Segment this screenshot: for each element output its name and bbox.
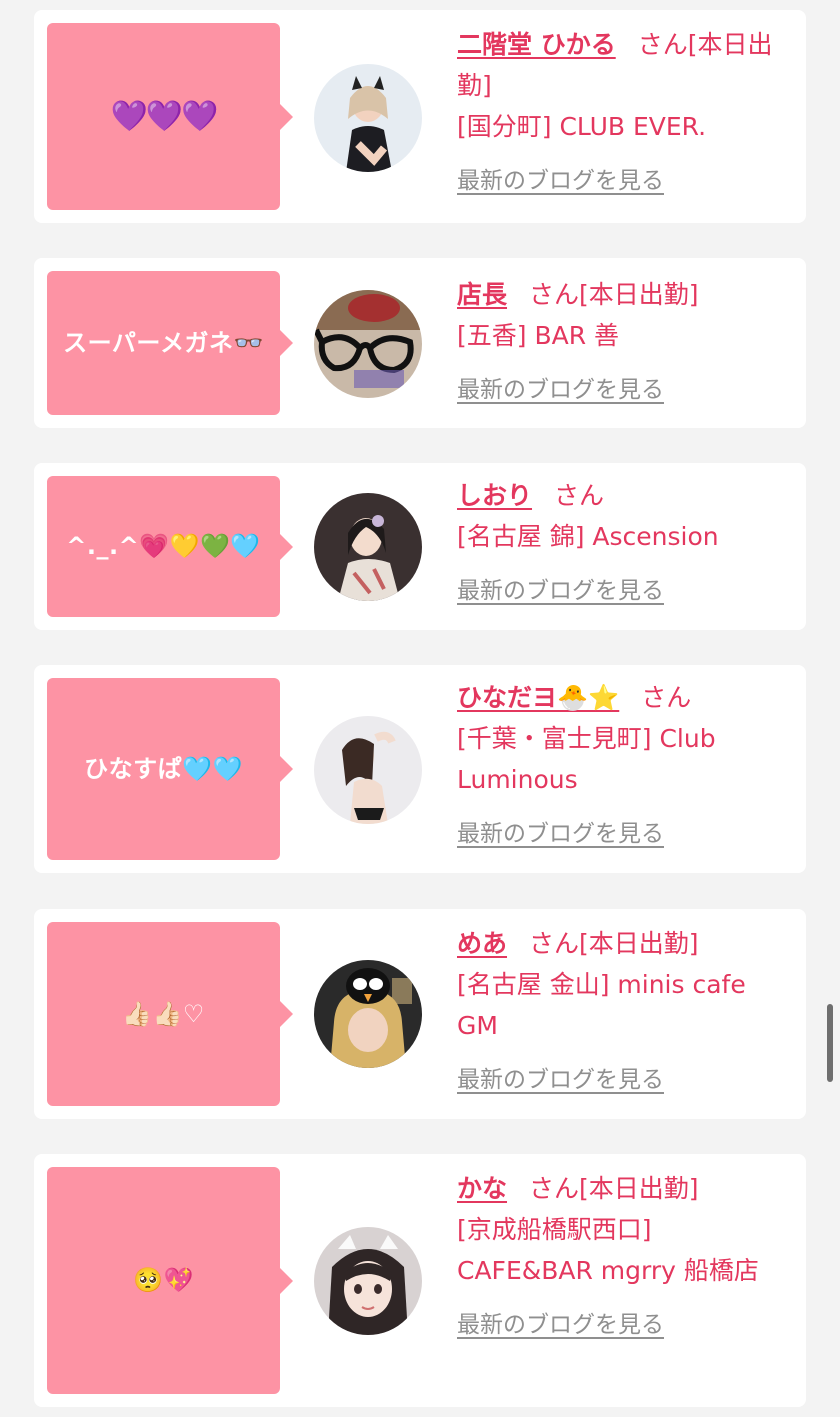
scrollbar[interactable] [827,1004,833,1082]
cast-card: ひなすぱ🩵🩵 ひなだヨ🐣⭐ さん [千葉・富士見町] Club Luminous … [34,665,806,873]
honorific: さん [554,481,605,510]
message-bubble: ^._.^💗💛💚🩵 [47,476,293,617]
honorific: さん [529,280,580,309]
bubble-text: 🥺💖 [133,1266,194,1295]
cast-card: 💜💜💜 二階堂 ひかる さん[本日出勤] [国分町] CLUB EVER. 最新の… [34,10,806,223]
avatar[interactable] [314,1227,422,1335]
avatar-kimono-icon [314,493,422,601]
shop-name: [名古屋 金山] minis cafe GM [457,970,746,1040]
shop-name: [名古屋 錦] Ascension [457,522,719,551]
cast-card: ^._.^💗💛💚🩵 しおり さん [名古屋 錦] Ascension 最新のブログ… [34,463,806,630]
bubble-text: ^._.^💗💛💚🩵 [66,532,261,561]
shop-name: [国分町] CLUB EVER. [457,112,707,141]
honorific: さん [641,683,692,712]
bubble-text: スーパーメガネ👓 [63,328,264,357]
cast-name-link[interactable]: しおり [457,481,532,510]
honorific: さん [529,929,580,958]
attendance-status: [本日出勤] [579,929,699,958]
bubble-text: ひなすぱ🩵🩵 [84,754,243,783]
avatar-woman-icon [314,716,422,824]
message-bubble: 👍🏻👍🏻♡ [47,922,293,1106]
latest-blog-link[interactable]: 最新のブログを見る [457,370,664,411]
cast-card: スーパーメガネ👓 店長 さん[本日出勤] [五香] BAR 善 最新のブログを見る [34,258,806,428]
cast-name-link[interactable]: かな [457,1174,507,1203]
cast-info: 二階堂 ひかる さん[本日出勤] [国分町] CLUB EVER. 最新のブログを… [457,24,787,202]
honorific: さん [529,1174,580,1203]
latest-blog-link[interactable]: 最新のブログを見る [457,1060,664,1101]
avatar-blonde-icon [314,960,422,1068]
bubble-text: 💜💜💜 [110,98,218,134]
cast-name-link[interactable]: 二階堂 ひかる [457,30,616,59]
message-bubble: 🥺💖 [47,1167,293,1394]
shop-name: [五香] BAR 善 [457,321,620,350]
avatar[interactable] [314,716,422,824]
avatar[interactable] [314,64,422,172]
attendance-status: [本日出勤] [579,1174,699,1203]
avatar[interactable] [314,960,422,1068]
cast-name-link[interactable]: ひなだヨ🐣⭐ [457,683,619,712]
latest-blog-link[interactable]: 最新のブログを見る [457,814,664,855]
cast-info: ひなだヨ🐣⭐ さん [千葉・富士見町] Club Luminous 最新のブログを… [457,677,787,855]
latest-blog-link[interactable]: 最新のブログを見る [457,161,664,202]
avatar-maid-icon [314,1227,422,1335]
honorific: さん [637,30,688,59]
message-bubble: 💜💜💜 [47,23,293,210]
latest-blog-link[interactable]: 最新のブログを見る [457,1305,664,1346]
cast-info: しおり さん [名古屋 錦] Ascension 最新のブログを見る [457,475,787,612]
shop-name: [千葉・富士見町] Club Luminous [457,724,716,794]
avatar-glasses-icon [314,290,422,398]
message-bubble: スーパーメガネ👓 [47,271,293,415]
message-bubble: ひなすぱ🩵🩵 [47,678,293,860]
cast-card: 🥺💖 かな さん[本日出勤] [京成船橋駅西口] CAFE&BAR mgrry 船… [34,1154,806,1407]
cast-info: かな さん[本日出勤] [京成船橋駅西口] CAFE&BAR mgrry 船橋店 … [457,1168,777,1346]
cast-card: 👍🏻👍🏻♡ めあ さん[本日出勤] [名古屋 金山] minis cafe GM … [34,909,806,1119]
latest-blog-link[interactable]: 最新のブログを見る [457,571,664,612]
cast-name-link[interactable]: めあ [457,929,507,958]
avatar-catgirl-icon [314,64,422,172]
avatar[interactable] [314,493,422,601]
cast-info: 店長 さん[本日出勤] [五香] BAR 善 最新のブログを見る [457,274,787,411]
bubble-text: 👍🏻👍🏻♡ [122,999,205,1028]
shop-name: [京成船橋駅西口] CAFE&BAR mgrry 船橋店 [457,1215,759,1285]
attendance-status: [本日出勤] [579,280,699,309]
cast-name-link[interactable]: 店長 [457,280,507,309]
avatar[interactable] [314,290,422,398]
cast-info: めあ さん[本日出勤] [名古屋 金山] minis cafe GM 最新のブログ… [457,923,787,1101]
